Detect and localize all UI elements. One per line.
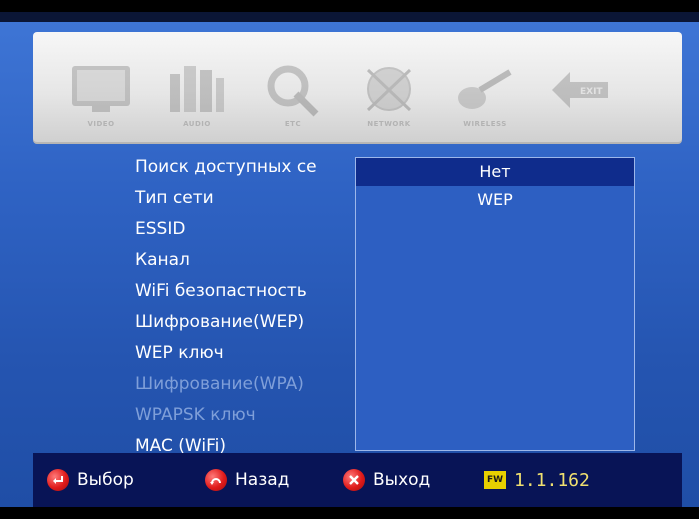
- fw-version: 1.1.162: [514, 469, 590, 491]
- back-hint-label: Назад: [235, 470, 290, 490]
- toolbar-label-audio: AUDIO: [183, 120, 211, 128]
- toolbar-label-etc: ETC: [284, 120, 302, 128]
- tools-icon: [267, 65, 319, 117]
- category-toolbar: VIDEO AUDIO ETC NETWORK WIRELESS EXIT: [33, 32, 682, 144]
- back-hint[interactable]: Назад: [205, 453, 289, 507]
- select-hint[interactable]: Выбор: [47, 453, 134, 507]
- exit-x-icon: [343, 469, 365, 491]
- toolbar-label-wireless: WIRELESS: [463, 120, 507, 128]
- select-hint-label: Выбор: [77, 470, 134, 490]
- exit-icon-label: EXIT: [580, 87, 603, 97]
- exit-hint[interactable]: Выход: [343, 453, 430, 507]
- wireless-icon: [458, 69, 512, 109]
- security-dropdown: Нет WEP: [355, 157, 635, 451]
- top-strip: [0, 12, 699, 22]
- fw-badge: FW: [484, 471, 506, 489]
- toolbar-label-video: VIDEO: [87, 120, 115, 128]
- toolbar-item-audio[interactable]: AUDIO: [149, 60, 245, 140]
- exit-icon: EXIT: [552, 72, 608, 108]
- exit-hint-label: Выход: [373, 470, 431, 490]
- enter-icon: [47, 469, 69, 491]
- dropdown-option-wep[interactable]: WEP: [356, 186, 634, 214]
- speaker-icon: [170, 66, 224, 112]
- toolbar-item-exit[interactable]: EXIT: [533, 60, 629, 140]
- toolbar-item-video[interactable]: VIDEO: [53, 60, 149, 140]
- toolbar-item-etc[interactable]: ETC: [245, 60, 341, 140]
- globe-icon: [366, 67, 412, 112]
- dropdown-option-none[interactable]: Нет: [356, 158, 634, 186]
- tv-icon: [72, 66, 130, 112]
- back-icon: [205, 469, 227, 491]
- toolbar-label-network: NETWORK: [367, 120, 411, 128]
- firmware-info: FW 1.1.162: [484, 453, 590, 507]
- toolbar-item-wireless[interactable]: WIRELESS: [437, 60, 533, 140]
- toolbar-item-network[interactable]: NETWORK: [341, 60, 437, 140]
- settings-screen: VIDEO AUDIO ETC NETWORK WIRELESS EXIT По…: [0, 12, 699, 507]
- hint-bar: Выбор Назад Выход FW 1.1.162: [33, 453, 682, 507]
